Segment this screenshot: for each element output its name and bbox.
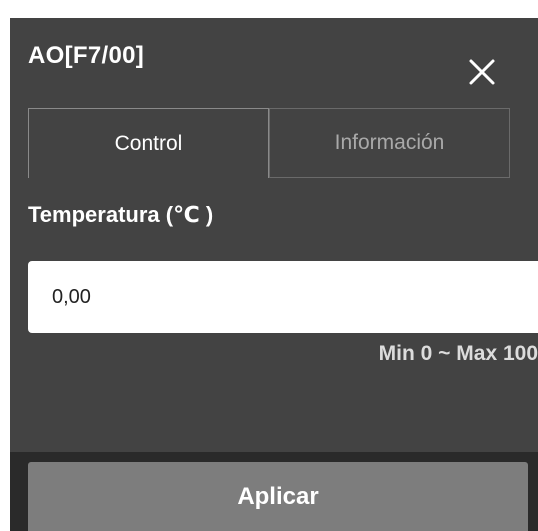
temperature-label: Temperatura (℃ ) bbox=[28, 202, 214, 227]
close-icon bbox=[469, 59, 495, 85]
range-hint: Min 0 ~ Max 100 bbox=[378, 342, 538, 365]
tab-bar: Control Información bbox=[28, 108, 510, 178]
tab-informacion[interactable]: Información bbox=[269, 108, 510, 178]
temperature-input[interactable] bbox=[28, 261, 538, 333]
tab-control[interactable]: Control bbox=[28, 108, 269, 178]
apply-button[interactable]: Aplicar bbox=[28, 462, 528, 531]
control-dialog: AO[F7/00] Control Información Temperatur… bbox=[10, 18, 538, 531]
close-button[interactable] bbox=[462, 52, 502, 92]
dialog-title: AO[F7/00] bbox=[28, 42, 145, 69]
